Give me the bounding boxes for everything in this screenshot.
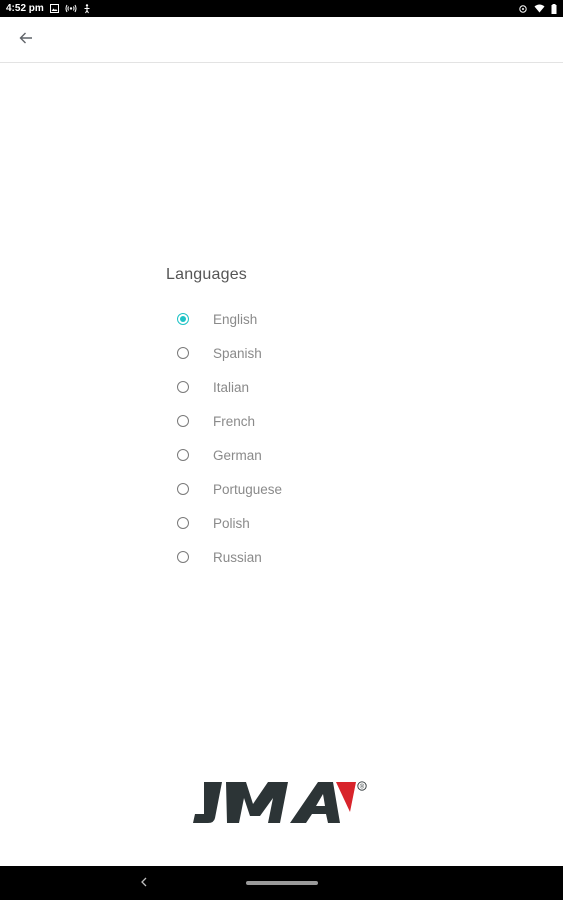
language-label: Spanish <box>213 345 262 361</box>
gallery-icon <box>49 4 59 13</box>
chevron-left-icon <box>140 874 148 892</box>
language-label: English <box>213 311 258 327</box>
back-button[interactable] <box>12 27 40 53</box>
language-option-portuguese[interactable]: Portuguese <box>170 472 370 506</box>
navigation-bar <box>0 866 563 900</box>
language-option-french[interactable]: French <box>170 404 370 438</box>
rotate-icon <box>518 4 528 14</box>
battery-icon <box>551 3 557 14</box>
status-right <box>518 3 557 14</box>
languages-title: Languages <box>166 266 247 283</box>
language-label: Russian <box>213 549 262 565</box>
radio-unchecked-icon[interactable] <box>177 381 189 393</box>
status-time: 4:52 pm <box>6 3 44 14</box>
language-option-russian[interactable]: Russian <box>170 540 370 574</box>
radio-unchecked-icon[interactable] <box>177 483 189 495</box>
radio-unchecked-icon[interactable] <box>177 449 189 461</box>
language-option-german[interactable]: German <box>170 438 370 472</box>
languages-radio-group: English Spanish Italian French German Po… <box>170 302 370 574</box>
language-option-polish[interactable]: Polish <box>170 506 370 540</box>
language-label: French <box>213 413 256 429</box>
language-option-spanish[interactable]: Spanish <box>170 336 370 370</box>
language-label: Portuguese <box>213 481 283 497</box>
status-bar: 4:52 pm <box>0 0 563 17</box>
broadcast-icon <box>65 4 77 13</box>
accessibility-icon <box>83 3 91 14</box>
language-label: Italian <box>213 379 250 395</box>
language-label: Polish <box>213 515 250 531</box>
radio-unchecked-icon[interactable] <box>177 517 189 529</box>
jma-logo: ® <box>190 778 370 828</box>
language-option-english[interactable]: English <box>170 302 370 336</box>
home-pill-icon[interactable] <box>246 881 318 885</box>
app-bar <box>0 17 563 63</box>
language-label: German <box>213 447 262 463</box>
nav-back-button[interactable] <box>136 874 152 892</box>
radio-checked-icon[interactable] <box>177 313 189 325</box>
radio-unchecked-icon[interactable] <box>177 347 189 359</box>
wifi-icon <box>534 4 545 13</box>
screen: 4:52 pm Languages English Spanish Italia… <box>0 0 563 900</box>
radio-unchecked-icon[interactable] <box>177 551 189 563</box>
arrow-left-icon <box>19 31 33 50</box>
status-left: 4:52 pm <box>6 3 91 14</box>
registered-mark: ® <box>360 783 365 790</box>
radio-unchecked-icon[interactable] <box>177 415 189 427</box>
language-option-italian[interactable]: Italian <box>170 370 370 404</box>
